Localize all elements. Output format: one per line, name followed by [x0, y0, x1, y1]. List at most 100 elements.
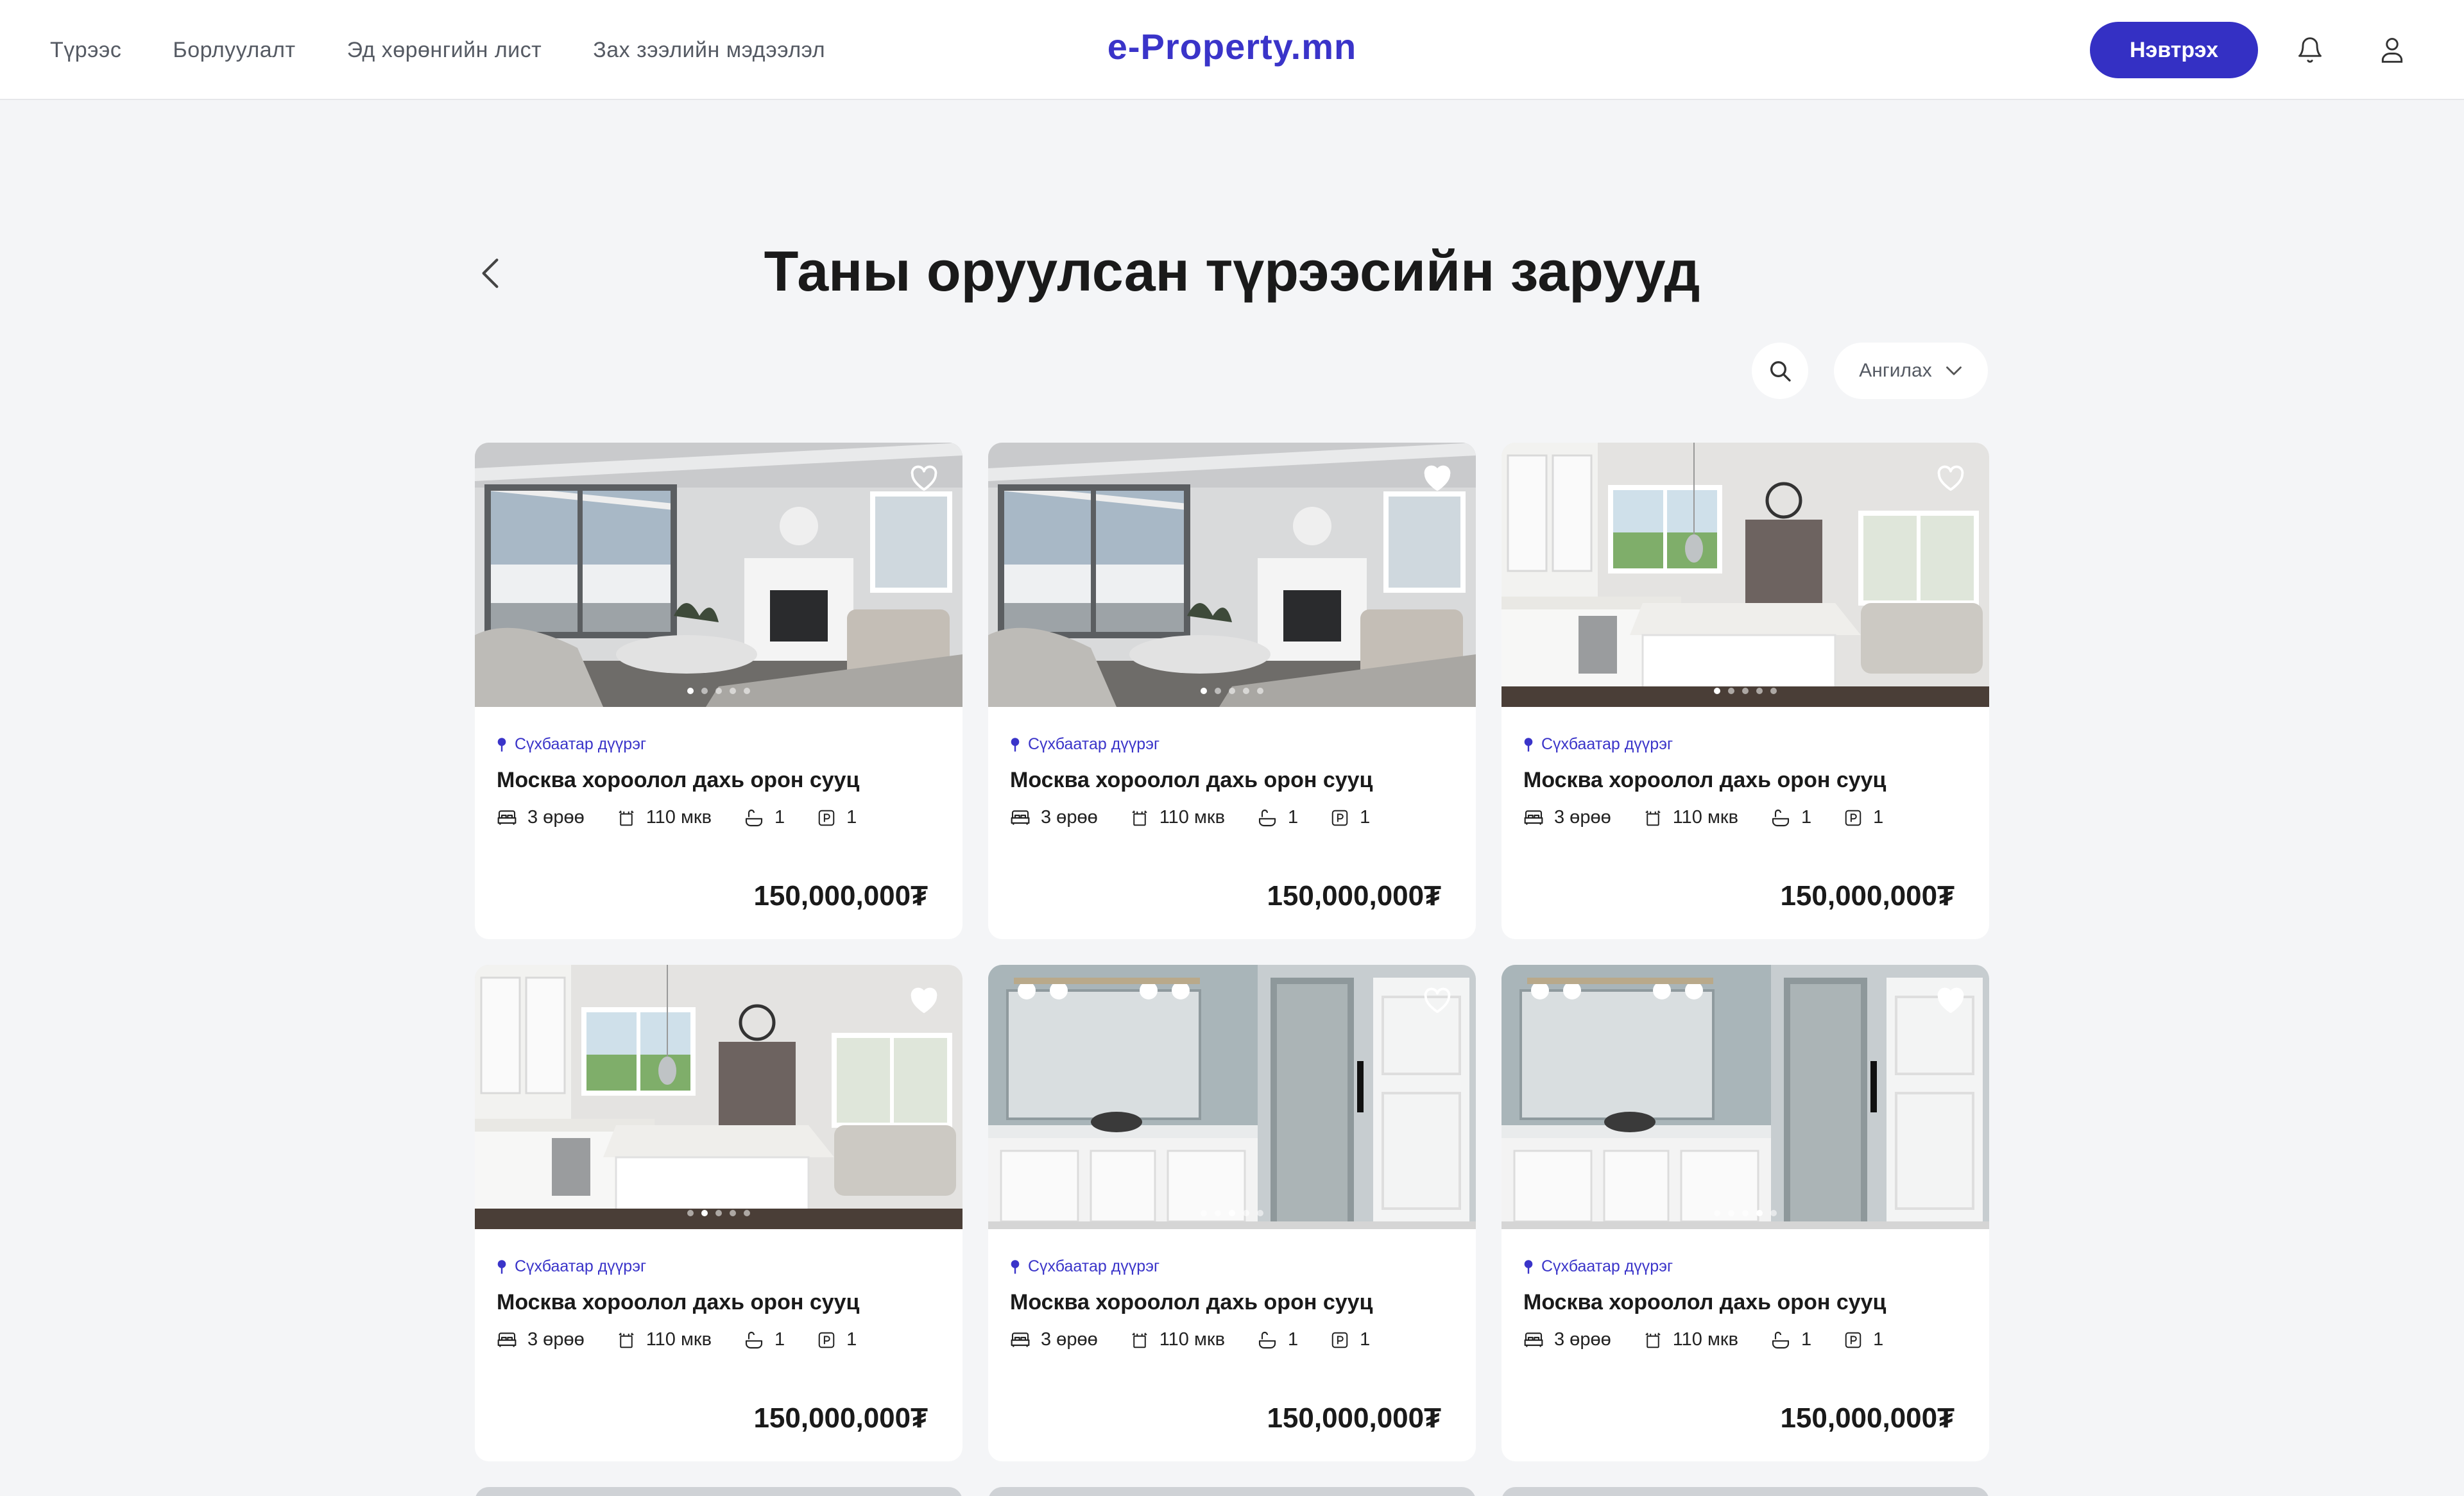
photo-carousel-dots[interactable] [988, 688, 1476, 694]
photo-carousel-dots[interactable] [1502, 688, 1989, 694]
baths-value: 1 [774, 807, 785, 828]
carousel-dot[interactable] [1770, 688, 1777, 694]
listing-card-peek[interactable] [1502, 1487, 1989, 1496]
carousel-dot[interactable] [701, 688, 708, 694]
listing-photo[interactable] [1502, 443, 1989, 707]
nav-item-sale[interactable]: Борлуулалт [173, 38, 295, 63]
carousel-dot[interactable] [1728, 688, 1734, 694]
carousel-dot[interactable] [1243, 688, 1249, 694]
listing-card-peek[interactable] [988, 1487, 1476, 1496]
listing-grid: Сүхбаатар дүүрэг Москва хороолол дахь ор… [475, 443, 1990, 1461]
heart-icon[interactable] [1931, 459, 1970, 498]
carousel-dot[interactable] [744, 1210, 750, 1216]
carousel-dot[interactable] [1742, 1210, 1749, 1216]
listing-card-5[interactable]: Сүхбаатар дүүрэг Москва хороолол дахь ор… [988, 965, 1476, 1461]
heart-icon[interactable] [1931, 982, 1970, 1020]
bell-icon[interactable] [2289, 30, 2331, 71]
carousel-dot[interactable] [1770, 1210, 1777, 1216]
carousel-dot[interactable] [1229, 688, 1235, 694]
listing-card-6[interactable]: Сүхбаатар дүүрэг Москва хороолол дахь ор… [1502, 965, 1989, 1461]
carousel-dot[interactable] [744, 688, 750, 694]
parking-icon [1845, 810, 1861, 826]
carousel-dot[interactable] [1728, 1210, 1734, 1216]
carousel-dot[interactable] [715, 688, 722, 694]
listing-card-peek[interactable] [475, 1487, 963, 1496]
photo-carousel-dots[interactable] [475, 688, 963, 694]
nav-item-rent[interactable]: Түрээс [50, 38, 121, 63]
parking-icon [818, 810, 835, 826]
listing-photo[interactable] [988, 965, 1476, 1229]
heart-icon[interactable] [905, 982, 943, 1020]
carousel-dot[interactable] [1215, 688, 1221, 694]
listing-photo[interactable] [475, 965, 963, 1229]
back-chevron-icon[interactable] [472, 250, 508, 296]
carousel-dot[interactable] [1243, 1210, 1249, 1216]
carousel-dot[interactable] [1742, 688, 1749, 694]
bathtub-icon [745, 809, 763, 826]
bed-icon [1011, 810, 1030, 825]
listing-card-2[interactable]: Сүхбаатар дүүрэг Москва хороолол дахь ор… [988, 443, 1476, 939]
carousel-dot[interactable] [730, 1210, 736, 1216]
carousel-dot[interactable] [1257, 688, 1263, 694]
nav-item-property-list[interactable]: Эд хөрөнгийн лист [347, 38, 542, 63]
listing-title[interactable]: Москва хороолол дахь орон сууц [497, 1290, 941, 1315]
area-icon [1132, 810, 1147, 826]
listing-photo[interactable] [988, 443, 1476, 707]
feature-baths: 1 [744, 1329, 785, 1350]
carousel-dot[interactable] [1201, 1210, 1207, 1216]
photo-carousel-dots[interactable] [475, 1210, 963, 1216]
carousel-dot[interactable] [1756, 688, 1763, 694]
carousel-dot[interactable] [1257, 1210, 1263, 1216]
heart-icon[interactable] [905, 459, 943, 498]
site-logo[interactable]: e-Property.mn [1108, 26, 1356, 67]
listing-district: Сүхбаатар дүүрэг [1028, 1257, 1160, 1275]
map-pin-icon [1524, 1259, 1533, 1273]
parking-icon [818, 1332, 835, 1348]
carousel-dot[interactable] [1714, 688, 1720, 694]
area-icon [1645, 810, 1660, 826]
parking-value: 1 [846, 1329, 857, 1350]
listing-photo[interactable] [475, 443, 963, 707]
heart-icon[interactable] [1418, 459, 1457, 498]
listing-title[interactable]: Москва хороолол дахь орон сууц [1010, 1290, 1454, 1315]
listing-title[interactable]: Москва хороолол дахь орон сууц [1010, 768, 1454, 793]
listing-card-3[interactable]: Сүхбаатар дүүрэг Москва хороолол дахь ор… [1502, 443, 1989, 939]
feature-area: 110 мкв [1643, 1329, 1738, 1350]
rooms-value: 3 өрөө [1554, 1329, 1611, 1350]
heart-outline [1937, 465, 1964, 491]
parking-value: 1 [1360, 807, 1371, 828]
carousel-dot[interactable] [730, 688, 736, 694]
carousel-dot[interactable] [687, 688, 694, 694]
photo-carousel-dots[interactable] [1502, 1210, 1989, 1216]
carousel-dot[interactable] [1229, 1210, 1235, 1216]
carousel-dot[interactable] [1215, 1210, 1221, 1216]
area-value: 110 мкв [1159, 1329, 1226, 1350]
listing-photo[interactable] [1502, 965, 1989, 1229]
login-button[interactable]: Нэвтрэх [2090, 22, 2258, 78]
carousel-dot[interactable] [687, 1210, 694, 1216]
heart-icon[interactable] [1418, 982, 1457, 1020]
heart-outline [911, 465, 937, 491]
nav-item-market-info[interactable]: Зах зээлийн мэдээлэл [593, 38, 825, 63]
listing-price: 150,000,000₮ [1780, 880, 1955, 912]
carousel-dot[interactable] [715, 1210, 722, 1216]
listing-card-1[interactable]: Сүхбаатар дүүрэг Москва хороолол дахь ор… [475, 443, 963, 939]
listing-card-4[interactable]: Сүхбаатар дүүрэг Москва хороолол дахь ор… [475, 965, 963, 1461]
listing-title[interactable]: Москва хороолол дахь орон сууц [497, 768, 941, 793]
carousel-dot[interactable] [1756, 1210, 1763, 1216]
heart-outline [1424, 987, 1451, 1014]
photo-carousel-dots[interactable] [988, 1210, 1476, 1216]
carousel-dot[interactable] [701, 1210, 708, 1216]
listing-photo-image [988, 965, 1476, 1229]
carousel-dot[interactable] [1201, 688, 1207, 694]
user-icon[interactable] [2372, 30, 2413, 71]
listing-title[interactable]: Москва хороолол дахь орон сууц [1523, 1290, 1967, 1315]
parking-icon [1845, 1332, 1861, 1348]
search-button[interactable] [1752, 343, 1808, 399]
rooms-value: 3 өрөө [527, 1329, 585, 1350]
sort-dropdown[interactable]: Ангилах [1834, 343, 1988, 399]
carousel-dot[interactable] [1714, 1210, 1720, 1216]
listing-photo-image [475, 965, 963, 1229]
feature-rooms: 3 өрөө [1523, 807, 1611, 828]
listing-title[interactable]: Москва хороолол дахь орон сууц [1523, 768, 1967, 793]
